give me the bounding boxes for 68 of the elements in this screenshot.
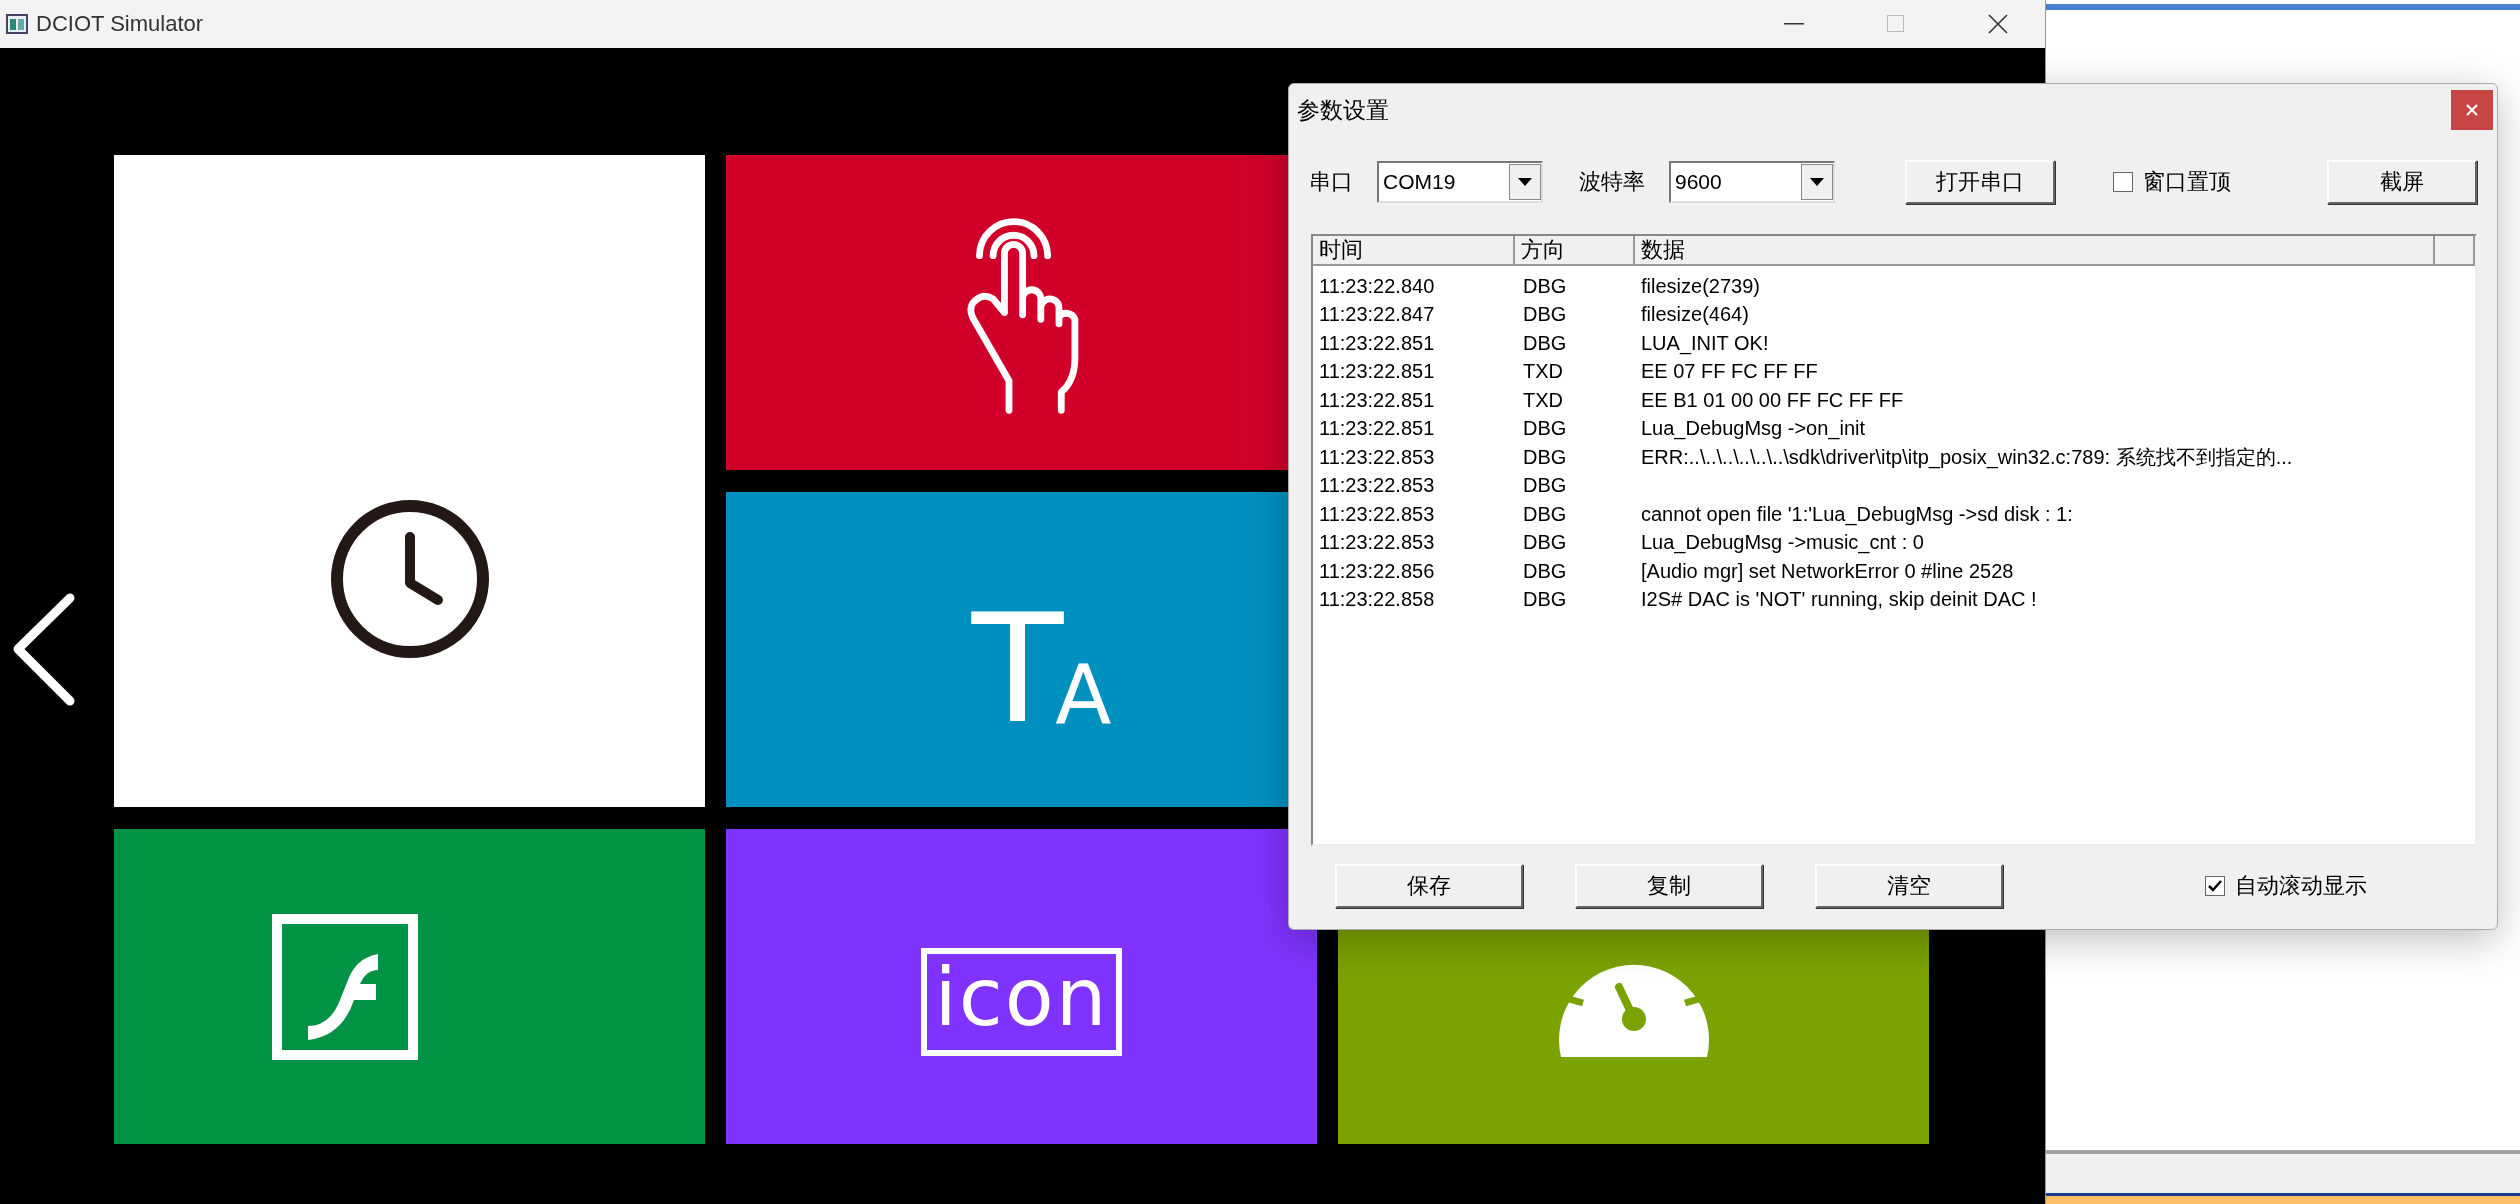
data-cell-text: I2S# DAC is 'NOT' running, skip deinit DAC ! (1640, 588, 2038, 612)
data-cell-text: Lua_DebugMsg ->on_init (1640, 417, 1867, 441)
direction-cell-text: DBG (1522, 417, 1568, 441)
dialog-title: 参数设置 (1297, 95, 1389, 125)
action-button[interactable]: 保存 (1335, 864, 1523, 908)
flash-logo-icon (271, 913, 418, 1060)
direction-cell-text: TXD (1522, 360, 1564, 384)
maximize-icon (1887, 15, 1905, 33)
screenshot-button[interactable]: 截屏 (2327, 160, 2477, 204)
column-header[interactable]: 时间 (1313, 236, 1515, 266)
app-tile[interactable]: icon (726, 829, 1317, 1144)
direction-cell-text: TXD (1522, 388, 1564, 412)
action-button[interactable]: 清空 (1815, 864, 2003, 908)
direction-cell-text: DBG (1522, 331, 1568, 355)
data-cell-text: ERR:..\..\..\..\..\..\sdk\driver\itp\itp_posix_win32.c:789: 系统找不到指定的... (1640, 444, 2294, 471)
caret-icon (1518, 178, 1532, 186)
time-cell-text: 11:23:22.856 (1318, 559, 1436, 583)
data-cell-text: filesize(464) (1640, 303, 1750, 327)
data-cell-text: EE B1 01 00 00 FF FC FF FF (1640, 388, 1905, 412)
time-cell-text: 11:23:22.853 (1318, 502, 1436, 526)
checkbox[interactable] (2113, 172, 2133, 192)
direction-cell-text: DBG (1522, 502, 1568, 526)
time-cell-text: 11:23:22.851 (1318, 331, 1436, 355)
data-cell-text: filesize(2739) (1640, 274, 1761, 298)
direction-cell-text: DBG (1522, 559, 1568, 583)
clock-icon (329, 499, 490, 659)
time-cell-text: 11:23:22.853 (1318, 474, 1436, 498)
checkbox-label: 自动滚动显示 (2235, 872, 2367, 900)
close-icon (2466, 104, 2478, 116)
checkbox-label: 窗口置顶 (2143, 168, 2231, 196)
direction-cell-text: DBG (1522, 474, 1568, 498)
time-cell-text: 11:23:22.840 (1318, 274, 1436, 298)
time-cell-text: 11:23:22.851 (1318, 360, 1436, 384)
data-cell-text: Lua_DebugMsg ->music_cnt : 0 (1640, 531, 1925, 555)
baud-rate-dropdown[interactable]: 9600 (1669, 161, 1835, 203)
direction-cell-text: DBG (1522, 303, 1568, 327)
minimize-icon (1784, 23, 1804, 25)
close-icon (1988, 14, 2008, 34)
header-filler (2435, 236, 2475, 266)
caret-icon (1810, 178, 1824, 186)
column-header[interactable]: 方向 (1515, 236, 1635, 266)
direction-cell-text: DBG (1522, 588, 1568, 612)
time-cell-text: 11:23:22.853 (1318, 531, 1436, 555)
app-tile[interactable] (114, 155, 705, 807)
icon-label: icon (920, 947, 1123, 1056)
direction-cell-text: DBG (1522, 531, 1568, 555)
data-cell-text: cannot open file '1:'Lua_DebugMsg ->sd disk : 1: (1640, 502, 2074, 526)
baud-rate-label: 波特率 (1579, 168, 1645, 196)
time-cell-text: 11:23:22.858 (1318, 588, 1436, 612)
column-header[interactable]: 数据 (1635, 236, 2435, 266)
data-cell-text: EE 07 FF FC FF FF (1640, 360, 1819, 384)
window-title: DCIOT Simulator (36, 11, 205, 37)
time-cell-text: 11:23:22.851 (1318, 388, 1436, 412)
port-dropdown[interactable]: COM19 (1377, 161, 1543, 203)
data-cell-text: LUA_INIT OK! (1640, 331, 1770, 355)
open-port-button[interactable]: 打开串口 (1905, 160, 2055, 204)
time-cell-text: 11:23:22.853 (1318, 445, 1436, 469)
time-cell-text: 11:23:22.851 (1318, 417, 1436, 441)
action-button[interactable]: 复制 (1575, 864, 1763, 908)
direction-cell-text: DBG (1522, 274, 1568, 298)
close-button[interactable] (2451, 90, 2493, 130)
port-label: 串口 (1309, 168, 1353, 196)
app-icon (6, 14, 28, 34)
checkbox[interactable] (2205, 876, 2225, 896)
data-cell-text: [Audio mgr] set NetworkError 0 #line 2528 (1640, 559, 2015, 583)
app-tile[interactable] (114, 829, 705, 1144)
direction-cell-text: DBG (1522, 445, 1568, 469)
time-cell-text: 11:23:22.847 (1318, 303, 1436, 327)
